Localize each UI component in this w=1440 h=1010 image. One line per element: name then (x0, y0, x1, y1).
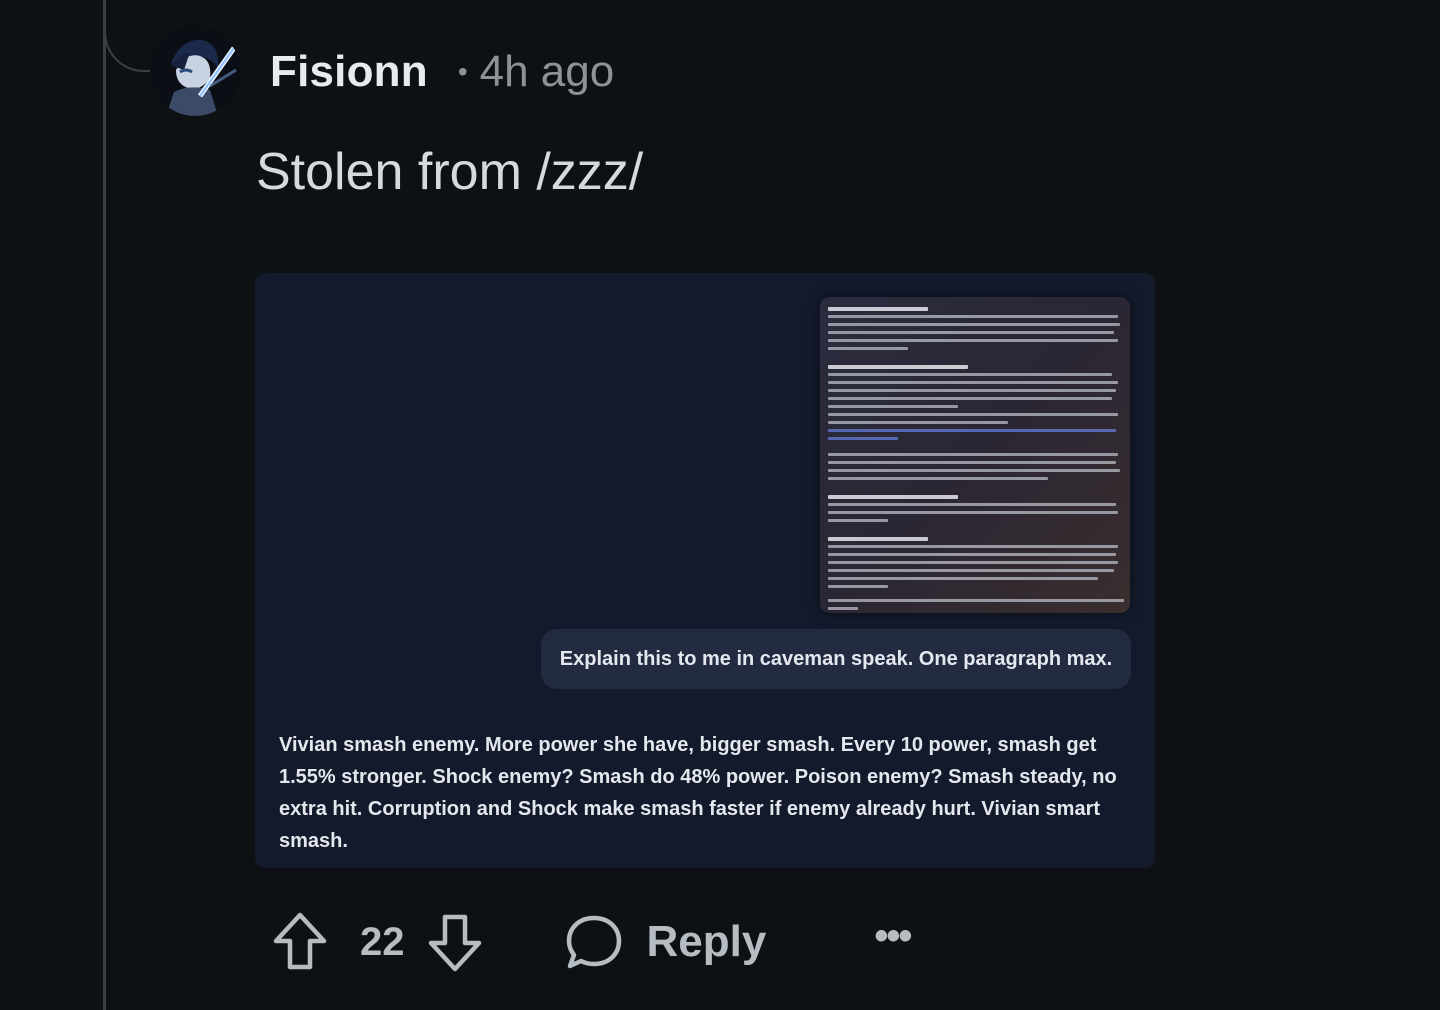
arrow-up-icon[interactable] (272, 911, 328, 973)
timestamp: 4h ago (479, 47, 615, 96)
comment-body: Stolen from /zzz/ (256, 143, 644, 201)
vote-score: 22 (360, 919, 405, 964)
user-prompt-bubble: Explain this to me in caveman speak. One… (541, 629, 1131, 689)
comment-actions: 22 Reply ••• (272, 910, 912, 974)
comment-image[interactable]: Explain this to me in caveman speak. One… (255, 273, 1155, 868)
speech-bubble-icon (565, 913, 623, 971)
document-screenshot-thumbnail (820, 297, 1130, 613)
reply-button[interactable]: Reply (565, 913, 767, 971)
more-options-button[interactable]: ••• (874, 914, 912, 959)
avatar-image (150, 26, 240, 116)
separator-dot: • (457, 56, 468, 87)
comment-header: Fisionn • 4h ago (270, 44, 614, 100)
arrow-down-icon[interactable] (427, 911, 483, 973)
avatar[interactable] (150, 26, 240, 116)
reply-label: Reply (646, 917, 767, 966)
author-name[interactable]: Fisionn (270, 47, 428, 97)
ai-answer-text: Vivian smash enemy. More power she have,… (279, 734, 1117, 852)
thread-line (103, 0, 106, 1010)
